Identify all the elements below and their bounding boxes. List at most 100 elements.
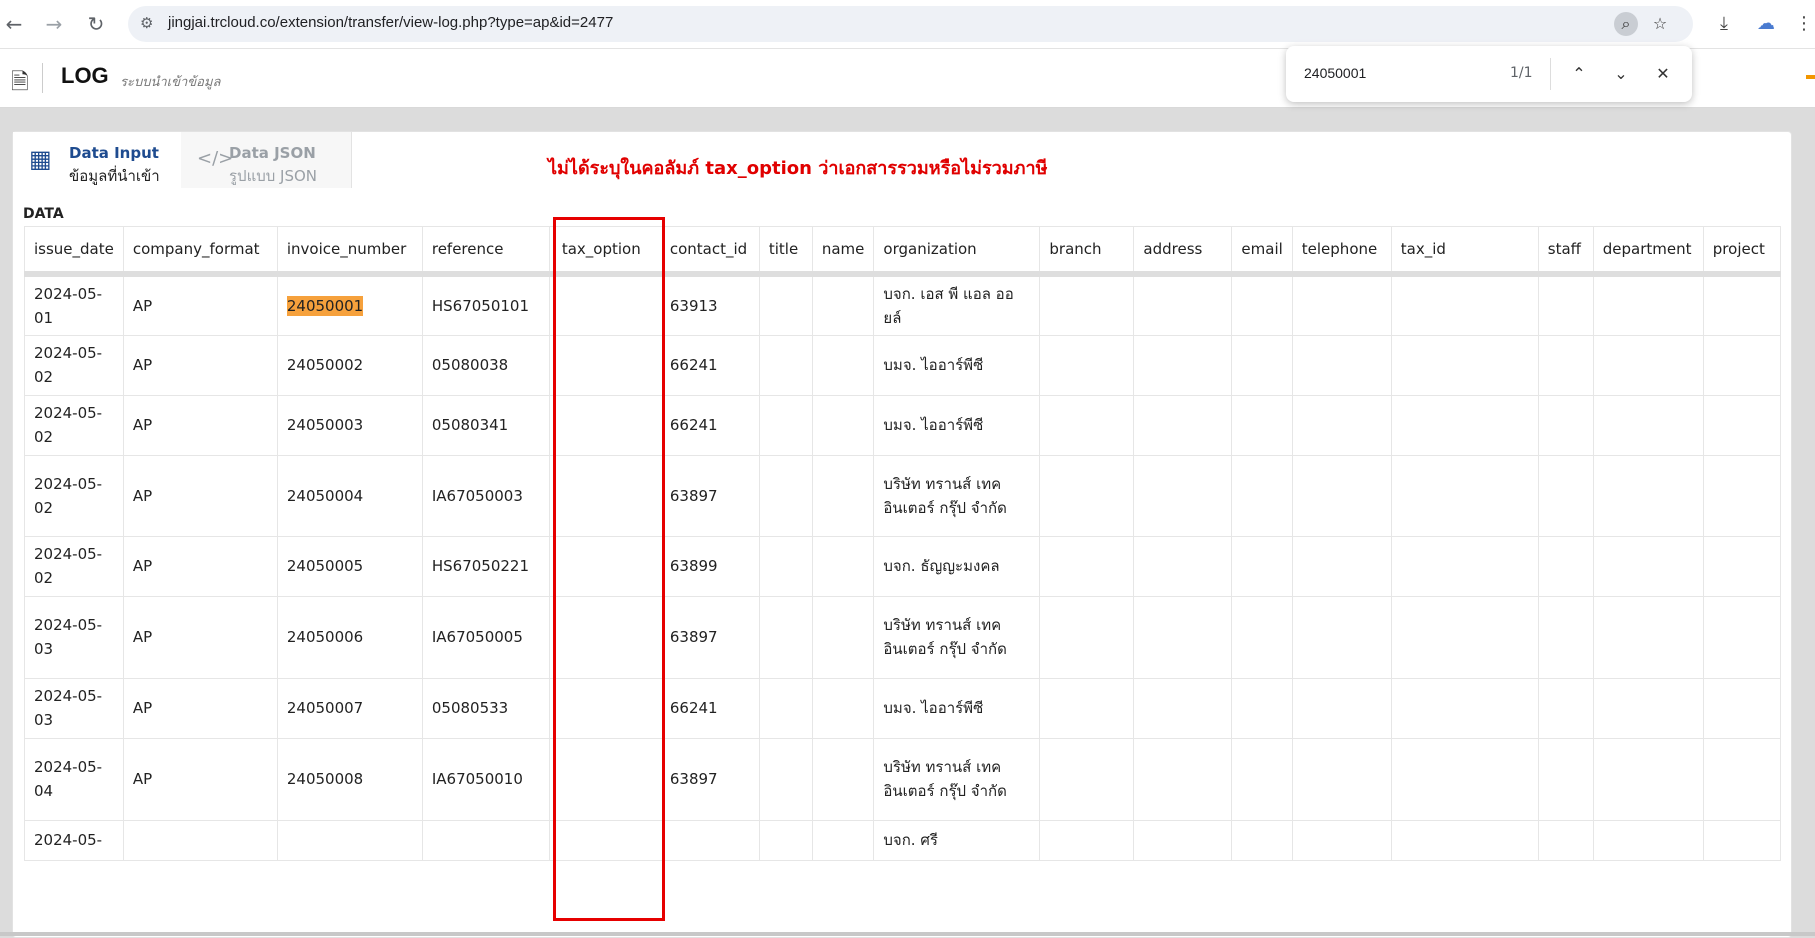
forward-arrow-icon[interactable]: → (42, 12, 66, 36)
cell-telephone (1291, 819, 1392, 861)
cell-title (758, 454, 813, 537)
cell-branch (1039, 737, 1135, 821)
cell-telephone (1291, 737, 1392, 821)
cell-address (1133, 677, 1233, 739)
table-row: 2024-05-02 AP 24050004 IA67050003 63897 บริษั… (24, 454, 1781, 537)
table-row: 2024-05-02 AP 24050005 HS67050221 63899 บจก. … (24, 535, 1781, 597)
cell-invoice-number: 24050006 (276, 595, 423, 679)
cell-invoice-number: 24050004 (276, 454, 423, 537)
cell-organization: บจก. เอส พี แอล ออยล์ (873, 273, 1041, 336)
data-table: issue_date company_format invoice_number… (24, 226, 1781, 861)
cell-branch (1039, 454, 1135, 537)
tab-subtitle: ข้อมูลที่นำเข้า (69, 167, 160, 185)
cell-title (758, 819, 813, 861)
cell-email (1231, 394, 1293, 456)
tab-title: Data Input (69, 144, 159, 162)
cell-staff (1537, 535, 1594, 597)
cell-tax-option (548, 454, 664, 537)
cell-address (1133, 273, 1233, 336)
cell-company-format: AP (122, 334, 278, 396)
address-bar[interactable]: ⚙ jingjai.trcloud.co/extension/transfer/… (128, 6, 1693, 42)
cell-project (1702, 737, 1781, 821)
cell-email (1231, 595, 1293, 679)
site-info-icon[interactable]: ⚙ (140, 14, 153, 32)
cell-name (811, 454, 875, 537)
cell-branch (1039, 273, 1135, 336)
cell-name (811, 334, 875, 396)
page-subtitle: ระบบนำเข้าข้อมูล (120, 75, 221, 90)
cell-reference (421, 819, 550, 861)
cell-invoice-number (276, 819, 423, 861)
header-divider (42, 63, 43, 93)
find-match-highlight: 24050001 (286, 295, 364, 316)
column-header: name (811, 226, 875, 277)
cell-company-format: AP (122, 394, 278, 456)
cell-issue-date: 2024-05-02 (24, 334, 124, 396)
cell-department (1592, 677, 1704, 739)
cell-reference: HS67050221 (421, 535, 550, 597)
table-row: 2024-05-02 AP 24050002 05080038 66241 บมจ. ไอ… (24, 334, 1781, 396)
tab-data-json[interactable]: </> Data JSON รูปแบบ JSON (181, 132, 352, 188)
cell-address (1133, 595, 1233, 679)
cell-staff (1537, 394, 1594, 456)
download-icon[interactable]: ⤓ (1712, 12, 1736, 36)
cell-telephone (1291, 394, 1392, 456)
cell-title (758, 535, 813, 597)
cell-reference: 05080038 (421, 334, 550, 396)
cell-department (1592, 334, 1704, 396)
section-label: DATA (23, 206, 64, 222)
cell-title (758, 334, 813, 396)
log-card: ▦ Data Input ข้อมูลที่นำเข้า </> Data JS… (12, 131, 1792, 938)
reload-icon[interactable]: ↻ (84, 12, 108, 36)
cell-address (1133, 819, 1233, 861)
cell-invoice-number: 24050007 (276, 677, 423, 739)
chevron-down-icon[interactable]: ⌄ (1608, 61, 1634, 87)
cell-project (1702, 454, 1781, 537)
cell-telephone (1291, 334, 1392, 396)
page-search-icon[interactable]: ⌕ (1614, 12, 1638, 36)
data-table-wrapper[interactable]: issue_date company_format invoice_number… (24, 226, 1781, 937)
cell-tax-id (1390, 535, 1539, 597)
cell-branch (1039, 394, 1135, 456)
cloud-icon[interactable]: ☁ (1754, 12, 1778, 36)
cell-title (758, 677, 813, 739)
cell-department (1592, 454, 1704, 537)
cell-company-format: AP (122, 595, 278, 679)
cell-project (1702, 819, 1781, 861)
cell-title (758, 595, 813, 679)
table-icon: ▦ (29, 145, 52, 173)
page-title: LOG (61, 63, 109, 88)
tab-data-input[interactable]: ▦ Data Input ข้อมูลที่นำเข้า (13, 132, 182, 188)
cell-invoice-number: 24050002 (276, 334, 423, 396)
back-arrow-icon[interactable]: ← (2, 12, 26, 36)
cell-tax-id (1390, 394, 1539, 456)
cell-company-format: AP (122, 273, 278, 336)
url-text[interactable]: jingjai.trcloud.co/extension/transfer/vi… (168, 14, 613, 31)
cell-project (1702, 394, 1781, 456)
cell-contact-id: 63897 (662, 595, 760, 679)
cell-department (1592, 273, 1704, 336)
column-header: organization (873, 226, 1041, 277)
cell-telephone (1291, 454, 1392, 537)
column-header: tax_option (548, 226, 664, 277)
table-row: 2024-05-04 AP 24050008 IA67050010 63897 บริษั… (24, 737, 1781, 821)
cell-invoice-number: 24050003 (276, 394, 423, 456)
cell-email (1231, 677, 1293, 739)
close-icon[interactable]: ✕ (1650, 61, 1676, 87)
cell-tax-option (548, 273, 664, 336)
cell-name (811, 535, 875, 597)
column-header: contact_id (662, 226, 760, 277)
cell-contact-id: 66241 (662, 677, 760, 739)
cell-department (1592, 535, 1704, 597)
star-icon[interactable]: ☆ (1648, 12, 1672, 36)
column-header: branch (1039, 226, 1135, 277)
cell-title (758, 273, 813, 336)
cell-issue-date: 2024-05- (24, 819, 124, 861)
cell-tax-id (1390, 737, 1539, 821)
find-input[interactable]: 24050001 (1304, 65, 1366, 81)
chevron-up-icon[interactable]: ⌃ (1566, 61, 1592, 87)
more-vert-icon[interactable]: ⋮ (1792, 12, 1815, 36)
column-header: reference (421, 226, 550, 277)
cell-tax-option (548, 334, 664, 396)
cell-issue-date: 2024-05-03 (24, 595, 124, 679)
